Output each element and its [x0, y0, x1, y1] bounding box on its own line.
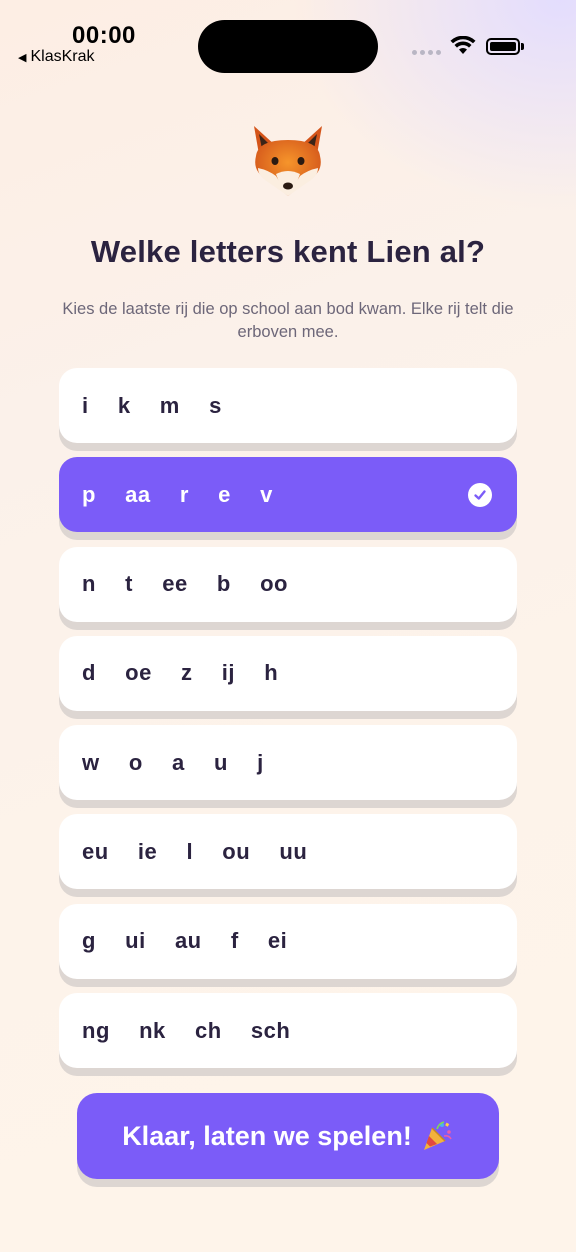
letter-row-label: p aa r e v — [82, 481, 273, 507]
letter-row-label: i k m s — [82, 392, 222, 418]
start-playing-button[interactable]: Klaar, laten we spelen! — [77, 1093, 499, 1179]
letter-row-label: d oe z ij h — [82, 660, 279, 686]
letter-row-8[interactable]: ng nk ch sch — [59, 993, 517, 1069]
status-bar: 00:00 ◀ KlasKrak — [0, 0, 576, 80]
back-app-label: KlasKrak — [30, 48, 95, 65]
letter-row-label: g ui au f ei — [82, 928, 288, 954]
letter-row-4[interactable]: d oe z ij h — [59, 635, 517, 711]
back-to-app-link[interactable]: ◀ KlasKrak — [18, 48, 95, 66]
letter-row-label: eu ie l ou uu — [82, 838, 308, 864]
status-time: 00:00 — [72, 22, 136, 49]
letter-row-2[interactable]: p aa r e v — [59, 457, 517, 533]
letter-row-1[interactable]: i k m s — [59, 368, 517, 443]
party-popper-icon — [423, 1121, 452, 1150]
letter-row-label: w o a u j — [82, 749, 264, 775]
dynamic-island — [198, 20, 378, 73]
letter-row-3[interactable]: n t ee b oo — [59, 546, 517, 622]
back-arrow-icon: ◀ — [18, 51, 27, 64]
page-subtitle: Kies de laatste rij die op school aan bo… — [62, 300, 514, 341]
letter-row-list: i k m s p aa r e v n t ee b oo d oe z ij… — [59, 368, 517, 1082]
letter-row-5[interactable]: w o a u j — [59, 725, 517, 801]
cellular-signal-icon — [412, 50, 441, 55]
letter-row-label: ng nk ch sch — [82, 1017, 291, 1043]
letter-row-label: n t ee b oo — [82, 571, 288, 597]
page-title: Welke letters kent Lien al? — [90, 234, 486, 269]
battery-icon — [486, 38, 520, 55]
wifi-icon — [450, 36, 476, 54]
start-playing-label: Klaar, laten we spelen! — [122, 1120, 412, 1151]
letter-row-7[interactable]: g ui au f ei — [59, 903, 517, 979]
checkmark-icon — [468, 483, 492, 508]
battery-nub — [521, 43, 524, 50]
fox-icon — [254, 126, 322, 196]
letter-row-6[interactable]: eu ie l ou uu — [59, 814, 517, 890]
